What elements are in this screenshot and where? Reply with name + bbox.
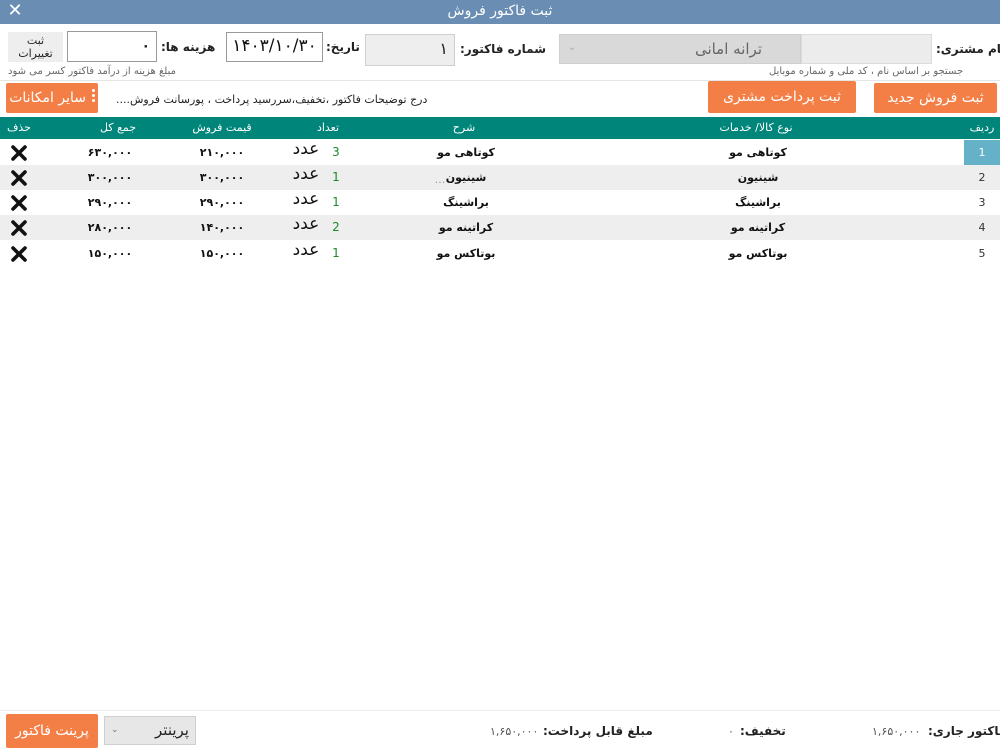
header-description: شرح (452, 121, 476, 134)
row-item: شینیون (737, 171, 779, 184)
row-unit: عدد (292, 189, 320, 209)
row-total: ۳۰۰,۰۰۰ (87, 171, 133, 184)
row-price: ۱۴۰,۰۰۰ (199, 221, 245, 234)
customer-select-value: ترانه امانی (694, 40, 762, 58)
row-item: کوتاهی مو (729, 146, 787, 159)
row-total: ۲۸۰,۰۰۰ (87, 221, 133, 234)
row-description-overflow: ... (434, 173, 446, 186)
header-sale-price: قیمت فروش (192, 121, 252, 134)
customer-select[interactable]: ترانه امانی ⌄ (559, 34, 801, 64)
chevron-down-icon: ⌄ (568, 42, 577, 53)
row-unit: عدد (292, 139, 320, 159)
row-description: بوتاکس مو (436, 247, 496, 260)
date-label: تاریخ: (326, 40, 360, 54)
header-row-number: ردیف (969, 121, 995, 134)
row-unit: عدد (292, 240, 320, 260)
delete-icon[interactable] (10, 144, 28, 162)
row-description: کراتینه مو (438, 221, 494, 234)
payable-amount-label: مبلغ قابل پرداخت: (543, 724, 653, 738)
current-invoice-label: فاکتور جاری: (928, 724, 1000, 738)
delete-icon[interactable] (10, 219, 28, 237)
new-sale-button[interactable]: ثبت فروش جدید (874, 83, 997, 113)
delete-icon[interactable] (10, 194, 28, 212)
row-description: شینیون (445, 171, 487, 184)
cost-label: هزینه ها: (161, 40, 216, 54)
payable-amount-value: ۱,۶۵۰,۰۰۰ (490, 725, 539, 738)
table-row[interactable]: 1 کوتاهی مو کوتاهی مو 3 عدد ۲۱۰,۰۰۰ ۶۳۰,… (0, 139, 1000, 165)
discount-label: تخفیف: (740, 724, 786, 738)
row-total: ۶۳۰,۰۰۰ (87, 146, 133, 159)
row-number: 4 (978, 221, 986, 234)
table-row[interactable]: 2 شینیون شینیون ... 1 عدد ۳۰۰,۰۰۰ ۳۰۰,۰۰… (0, 164, 1000, 190)
row-item: بوتاکس مو (728, 247, 788, 260)
more-options-button[interactable]: سایر امکانات (6, 83, 98, 113)
customer-payment-button[interactable]: ثبت پرداخت مشتری (708, 81, 856, 113)
header-item: نوع کالا/ خدمات (719, 121, 793, 134)
save-changes-button[interactable]: ثبت تغییرات (8, 32, 63, 62)
date-field[interactable]: ۱۴۰۳/۱۰/۳۰ (226, 32, 323, 62)
row-price: ۳۰۰,۰۰۰ (199, 171, 245, 184)
row-quantity: 3 (332, 145, 340, 159)
invoice-number-label: شماره فاکتور: (460, 42, 546, 56)
customer-search-input[interactable] (801, 34, 932, 64)
row-description: براشینگ (443, 196, 489, 209)
close-icon[interactable]: ✕ (4, 0, 26, 24)
table-row[interactable]: 3 براشینگ براشینگ 1 عدد ۲۹۰,۰۰۰ ۲۹۰,۰۰۰ (0, 189, 1000, 215)
footer-divider (0, 710, 1000, 711)
print-invoice-button[interactable]: پرینت فاکتور (6, 714, 98, 748)
table-header: ردیف نوع کالا/ خدمات شرح تعداد قیمت فروش… (0, 117, 1000, 139)
row-number: 5 (978, 247, 986, 260)
cost-hint: مبلغ هزینه از درآمد فاکتور کسر می شود (8, 66, 176, 77)
delete-icon[interactable] (10, 245, 28, 263)
window-title: ثبت فاکتور فروش (447, 3, 553, 19)
invoice-details-link[interactable]: درج توضیحات فاکتور ،تخفیف،سررسید پرداخت … (116, 93, 427, 106)
invoice-number-field[interactable]: ۱ (365, 34, 455, 66)
row-number: 2 (978, 171, 986, 184)
customer-search-hint: جستجو بر اساس نام ، کد ملی و شماره موبای… (769, 66, 964, 77)
header-total: جمع کل (99, 121, 137, 134)
row-quantity: 1 (332, 170, 340, 184)
row-unit: عدد (292, 164, 320, 184)
row-total: ۱۵۰,۰۰۰ (87, 247, 133, 260)
save-changes-label-2: تغییرات (18, 47, 53, 60)
table-row[interactable]: 4 کراتینه مو کراتینه مو 2 عدد ۱۴۰,۰۰۰ ۲۸… (0, 214, 1000, 240)
discount-value: ۰ (728, 725, 734, 738)
row-price: ۱۵۰,۰۰۰ (199, 247, 245, 260)
header-delete: حذف (7, 121, 31, 134)
current-invoice-value: ۱,۶۵۰,۰۰۰ (872, 725, 921, 738)
row-price: ۲۹۰,۰۰۰ (199, 196, 245, 209)
customer-label: نام مشتری: (936, 42, 1000, 56)
row-quantity: 1 (332, 195, 340, 209)
row-number: 3 (978, 196, 986, 209)
save-changes-label-1: ثبت (26, 34, 45, 47)
table-row[interactable]: 5 بوتاکس مو بوتاکس مو 1 عدد ۱۵۰,۰۰۰ ۱۵۰,… (0, 240, 1000, 266)
printer-select-value: پرینتر (155, 721, 189, 739)
delete-icon[interactable] (10, 169, 28, 187)
row-unit: عدد (292, 214, 320, 234)
more-options-label: سایر امکانات (9, 90, 86, 106)
cost-field[interactable]: ۰ (67, 31, 157, 62)
header-quantity: تعداد (316, 121, 340, 134)
more-vertical-icon (90, 87, 96, 109)
row-quantity: 2 (332, 220, 340, 234)
row-description: کوتاهی مو (437, 146, 495, 159)
title-bar: ثبت فاکتور فروش ✕ (0, 0, 1000, 24)
row-total: ۲۹۰,۰۰۰ (87, 196, 133, 209)
row-item: کراتینه مو (730, 221, 786, 234)
row-quantity: 1 (332, 246, 340, 260)
printer-select[interactable]: پرینتر ⌄ (104, 716, 196, 745)
chevron-down-icon: ⌄ (111, 725, 119, 735)
row-price: ۲۱۰,۰۰۰ (199, 146, 245, 159)
row-item: براشینگ (735, 196, 781, 209)
row-number: 1 (964, 140, 1000, 165)
